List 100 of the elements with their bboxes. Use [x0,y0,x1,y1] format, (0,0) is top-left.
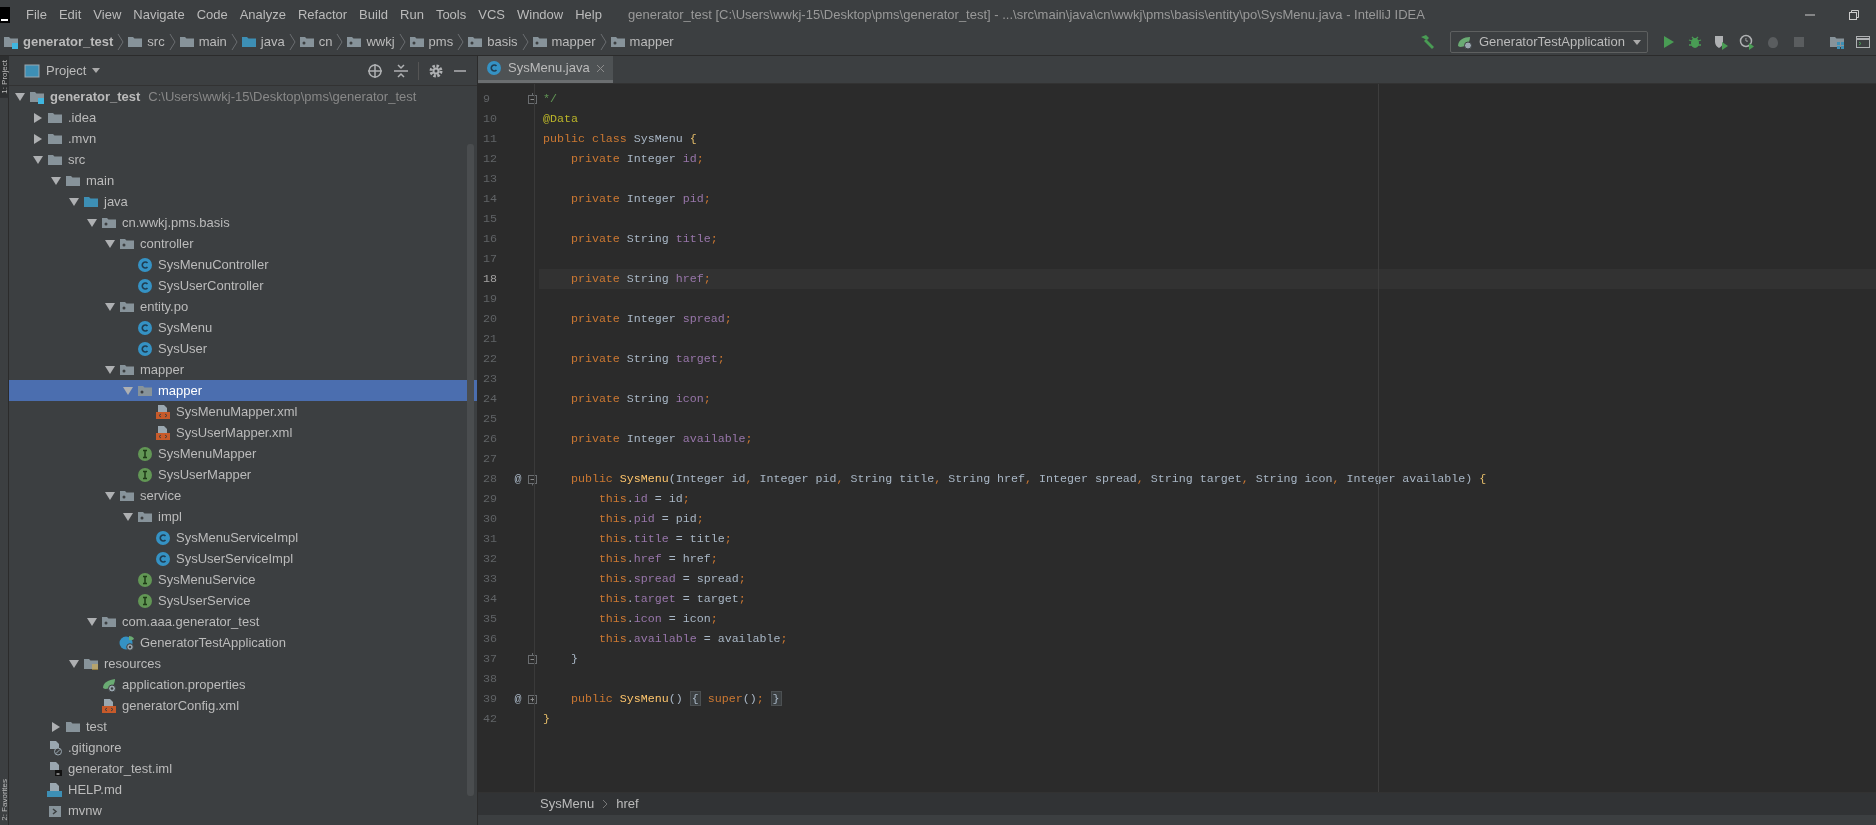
tree-item[interactable]: SysMenuMapper.xml [9,401,477,422]
menu-item[interactable]: Refactor [291,4,354,25]
tree-item[interactable]: com.aaa.generator_test [9,611,477,632]
tree-item[interactable]: SysMenu [9,317,477,338]
line-number: 29 [482,491,498,508]
breadcrumb-item[interactable]: main [175,32,230,52]
tree-item[interactable]: java [9,191,477,212]
tree-item[interactable]: SysUser [9,338,477,359]
tool-window-tab[interactable]: 2: Favorites [0,775,9,825]
tree-item[interactable]: impl [9,506,477,527]
tree-item[interactable]: mapper [9,380,477,401]
code-line: private String href; [569,271,711,288]
line-number: 31 [482,531,498,548]
breadcrumb-item[interactable]: mapper [606,32,677,52]
menu-item[interactable]: Window [510,4,570,25]
tree-item[interactable]: resources [9,653,477,674]
menu-item[interactable]: VCS [472,4,511,25]
app-logo-icon [0,6,10,23]
tree-item[interactable]: HELP.md [9,779,477,800]
breadcrumb-item[interactable]: java [237,32,288,52]
override-marker[interactable]: @ [514,472,522,486]
breadcrumb-item[interactable]: src [124,32,168,52]
menu-item[interactable]: Edit [52,4,88,25]
tree-item[interactable]: SysUserMapper.xml [9,422,477,443]
editor-tab[interactable]: SysMenu.java [478,56,613,83]
menu-item[interactable]: Analyze [233,4,292,25]
tree-item[interactable]: generator_test.iml [9,758,477,779]
menu-item[interactable]: Tools [429,4,473,25]
tree-item[interactable]: generatorConfig.xml [9,695,477,716]
tree-item[interactable]: SysUserService [9,590,477,611]
class-icon [137,340,153,357]
caret-icon [1633,39,1641,45]
breadcrumb-item[interactable]: SysMenu [540,794,595,814]
menu-item[interactable]: Code [190,4,234,25]
folder-icon [127,34,144,50]
line-number: 12 [482,151,498,168]
scrollbar-thumb[interactable] [467,144,474,796]
shield-run-icon [1713,34,1729,50]
breadcrumb-item[interactable]: mapper [528,32,599,52]
ignore-file-icon [47,739,63,756]
menu-item[interactable]: Build [353,4,394,25]
interface-icon [137,445,153,462]
tree-item[interactable]: .idea [9,107,477,128]
breadcrumb-item[interactable]: cn [295,32,336,52]
tree-item[interactable]: generator_test C:\Users\wwkj-15\Desktop\pms\generator_test [9,86,477,107]
code-line: private Integer id; [569,151,704,168]
line-number: 23 [482,371,498,388]
code-line: this.pid = pid; [597,511,704,528]
tree-item[interactable]: SysUserMapper [9,464,477,485]
tree-item[interactable]: .mvn [9,128,477,149]
project-view-dropdown[interactable]: Project [24,60,101,81]
tree-item[interactable]: test [9,716,477,737]
tree-item[interactable]: SysMenuService [9,569,477,590]
tree-item[interactable]: controller [9,233,477,254]
breadcrumb-item[interactable]: href [616,794,639,814]
package-icon [531,34,548,50]
tree-item[interactable]: cn.wwkj.pms.basis [9,212,477,233]
breadcrumb-item[interactable]: pms [405,32,457,52]
folder-icon [178,34,195,50]
fold-icon [528,472,537,486]
chevron-icon [598,33,607,51]
tree-item[interactable]: SysMenuMapper [9,443,477,464]
tree-item[interactable]: SysUserServiceImpl [9,548,477,569]
chevron-icon [287,33,296,51]
code-line: */ [543,91,557,108]
menu-item[interactable]: Run [394,4,430,25]
tree-item[interactable]: src [9,149,477,170]
tree-item[interactable]: SysMenuServiceImpl [9,527,477,548]
breadcrumb-item[interactable]: wwkj [343,32,398,52]
chevron-icon [520,33,529,51]
tree-item[interactable]: mvnw [9,800,477,821]
panel-icon [24,62,40,79]
tool-window-tab[interactable]: 1: Project [0,56,9,98]
tree-item[interactable]: main [9,170,477,191]
settings-icon [428,62,444,79]
tree-item[interactable]: entity.po [9,296,477,317]
line-number: 35 [482,611,498,628]
tree-item[interactable]: SysUserController [9,275,477,296]
run-configuration-dropdown[interactable]: GeneratorTestApplication [1450,31,1648,53]
override-marker[interactable]: @ [514,692,522,706]
tree-item[interactable]: SysMenuController [9,254,477,275]
line-number: 14 [482,191,498,208]
breadcrumb-item[interactable]: basis [464,32,521,52]
breadcrumb-item[interactable]: generator_test [0,32,117,52]
menu-item[interactable]: File [20,4,53,25]
hammer-icon [1419,34,1435,50]
chevron-icon [116,33,125,51]
module-folder-icon [3,34,19,50]
tree-item[interactable]: application.properties [9,674,477,695]
tree-item[interactable]: .gitignore [9,737,477,758]
interface-icon [137,466,153,483]
menu-item[interactable]: View [87,4,128,25]
tree-item[interactable]: service [9,485,477,506]
line-number: 10 [482,111,498,128]
class-icon [137,277,153,294]
package-icon [408,34,425,50]
tree-item[interactable]: GeneratorTestApplication [9,632,477,653]
menu-item[interactable]: Navigate [127,4,191,25]
tree-item[interactable]: mapper [9,359,477,380]
menu-item[interactable]: Help [569,4,608,25]
